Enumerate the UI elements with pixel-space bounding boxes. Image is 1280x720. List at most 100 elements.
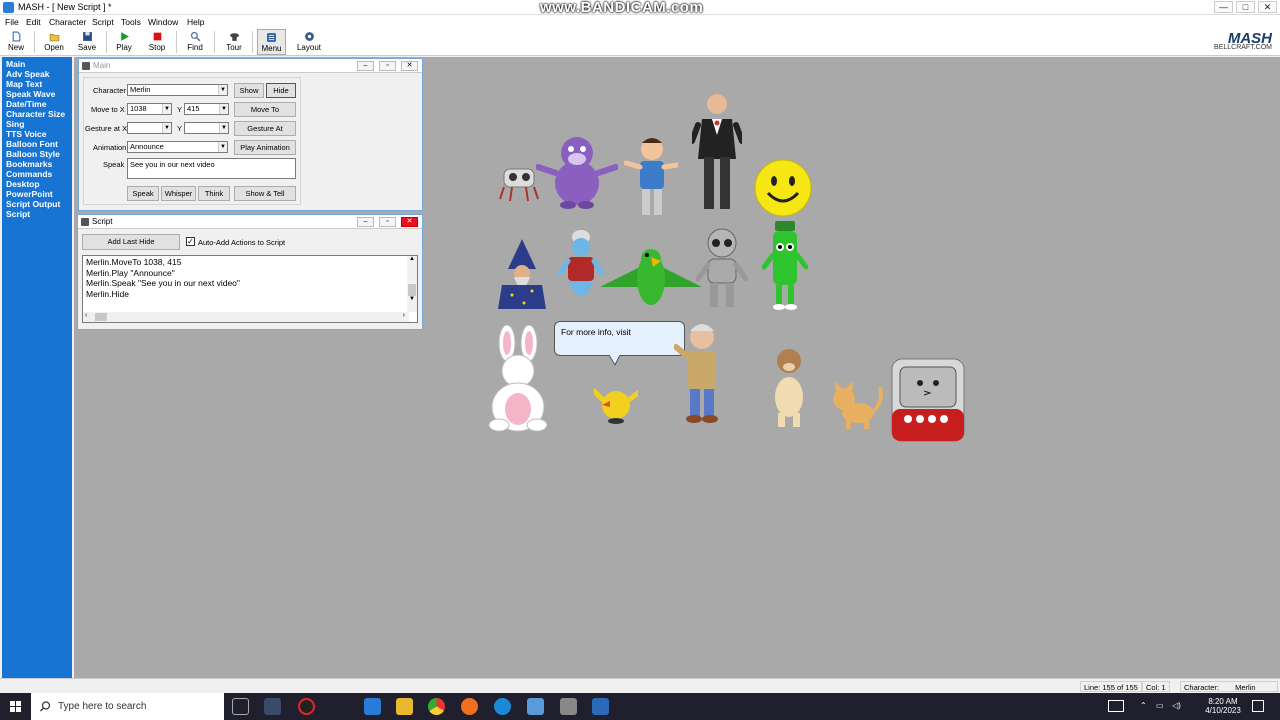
sidebar-item-date-time[interactable]: Date/Time xyxy=(2,99,72,109)
cat-character[interactable] xyxy=(826,381,884,431)
whisper-button[interactable]: Whisper xyxy=(161,186,196,201)
mail-icon[interactable] xyxy=(364,698,381,715)
open-button[interactable]: Open xyxy=(40,29,68,55)
sidebar-item-commands[interactable]: Commands xyxy=(2,169,72,179)
toolbar: New Open Save Play Stop Find Tour Menu L… xyxy=(0,28,1280,56)
mash-taskbar-icon[interactable] xyxy=(264,698,281,715)
think-button[interactable]: Think xyxy=(198,186,230,201)
menu-file[interactable]: File xyxy=(5,17,19,27)
script-window-titlebar[interactable]: Script – ▫ ✕ xyxy=(78,215,422,229)
gesture-at-button[interactable]: Gesture At xyxy=(234,121,296,136)
main-window-titlebar[interactable]: Main – ▫ ✕ xyxy=(79,59,422,73)
bird-character[interactable] xyxy=(594,379,638,427)
play-button[interactable]: Play xyxy=(112,29,136,55)
show-tell-button[interactable]: Show & Tell xyxy=(234,186,296,201)
professor-character[interactable] xyxy=(674,319,730,425)
crayon-character[interactable] xyxy=(762,219,808,311)
app-icon[interactable] xyxy=(527,698,544,715)
sidebar-item-script[interactable]: Script xyxy=(2,209,72,219)
taskbar-search-box[interactable]: Type here to search xyxy=(31,693,224,720)
network-icon[interactable]: ▭ xyxy=(1156,701,1164,710)
superhero-character[interactable] xyxy=(624,135,678,219)
add-last-hide-button[interactable]: Add Last Hide xyxy=(82,234,180,250)
show-button[interactable]: Show xyxy=(234,83,264,98)
menu-tools[interactable]: Tools xyxy=(121,17,141,27)
sidebar-item-balloon-style[interactable]: Balloon Style xyxy=(2,149,72,159)
script-editor[interactable]: Merlin.MoveTo 1038, 415 Merlin.Play "Ann… xyxy=(82,255,418,323)
animation-select[interactable]: Announce ▼ xyxy=(127,141,228,153)
computer-character[interactable] xyxy=(890,357,966,443)
edge-icon[interactable] xyxy=(494,698,511,715)
robot-character[interactable] xyxy=(696,227,748,311)
sidebar-item-speak-wave[interactable]: Speak Wave xyxy=(2,89,72,99)
save-button[interactable]: Save xyxy=(74,29,100,55)
sidebar-item-script-output[interactable]: Script Output xyxy=(2,199,72,209)
chrome-icon[interactable] xyxy=(428,698,445,715)
sidebar-item-main[interactable]: Main xyxy=(2,59,72,69)
sidebar-item-tts-voice[interactable]: TTS Voice xyxy=(2,129,72,139)
close-button[interactable]: ✕ xyxy=(1258,1,1277,13)
tour-button[interactable]: Tour xyxy=(222,29,246,55)
move-x-input[interactable]: 1038 ▼ xyxy=(127,103,172,115)
sidebar-item-character-size[interactable]: Character Size xyxy=(2,109,72,119)
find-button[interactable]: Find xyxy=(183,29,207,55)
scroll-thumb[interactable] xyxy=(408,284,416,296)
keyboard-icon[interactable] xyxy=(1108,700,1124,712)
move-y-input[interactable]: 415 ▼ xyxy=(184,103,229,115)
firefox-icon[interactable] xyxy=(461,698,478,715)
sidebar-item-bookmarks[interactable]: Bookmarks xyxy=(2,159,72,169)
bonzi-gorilla-character[interactable] xyxy=(536,131,618,209)
gesture-y-input[interactable]: ▼ xyxy=(184,122,229,134)
stop-button[interactable]: Stop xyxy=(144,29,170,55)
gesture-x-input[interactable]: ▼ xyxy=(127,122,172,134)
menu-button[interactable]: Menu xyxy=(257,29,286,55)
sidebar-item-balloon-font[interactable]: Balloon Font xyxy=(2,139,72,149)
menu-character[interactable]: Character xyxy=(49,17,86,27)
menu-window[interactable]: Window xyxy=(148,17,178,27)
play-animation-button[interactable]: Play Animation xyxy=(234,140,296,155)
main-close-button[interactable]: ✕ xyxy=(401,61,418,71)
hide-button[interactable]: Hide xyxy=(266,83,296,98)
sidebar-item-powerpoint[interactable]: PowerPoint xyxy=(2,189,72,199)
minimize-button[interactable]: — xyxy=(1214,1,1233,13)
sidebar-item-sing[interactable]: Sing xyxy=(2,119,72,129)
auto-add-checkbox[interactable]: ✓ xyxy=(186,237,195,246)
maximize-button[interactable]: □ xyxy=(1236,1,1255,13)
dog-character[interactable] xyxy=(768,347,810,431)
script-vertical-scrollbar[interactable]: ▲ ▼ xyxy=(407,256,417,312)
app-icon[interactable] xyxy=(592,698,609,715)
speak-textarea[interactable]: See you in our next video xyxy=(127,158,296,179)
sidebar-item-desktop[interactable]: Desktop xyxy=(2,179,72,189)
move-to-button[interactable]: Move To xyxy=(234,102,296,117)
scroll-thumb[interactable] xyxy=(95,313,107,321)
speaker-icon[interactable]: ◁) xyxy=(1172,701,1181,710)
new-button[interactable]: New xyxy=(4,29,28,55)
script-maximize-button[interactable]: ▫ xyxy=(379,217,396,227)
main-maximize-button[interactable]: ▫ xyxy=(379,61,396,71)
main-minimize-button[interactable]: – xyxy=(357,61,374,71)
layout-button[interactable]: Layout xyxy=(294,29,324,55)
peedy-parrot-character[interactable] xyxy=(598,243,704,313)
bunny-character[interactable] xyxy=(479,325,557,433)
script-horizontal-scrollbar[interactable]: ‹ › xyxy=(83,312,409,322)
task-view-icon[interactable] xyxy=(232,698,249,715)
menu-script[interactable]: Script xyxy=(92,17,114,27)
sidebar-item-map-text[interactable]: Map Text xyxy=(2,79,72,89)
bandicam-taskbar-icon[interactable] xyxy=(298,698,315,715)
sidebar-item-adv-speak[interactable]: Adv Speak xyxy=(2,69,72,79)
calculator-icon[interactable] xyxy=(560,698,577,715)
script-minimize-button[interactable]: – xyxy=(357,217,374,227)
character-select[interactable]: Merlin ▼ xyxy=(127,84,228,96)
butler-character[interactable] xyxy=(692,91,742,215)
notification-icon[interactable] xyxy=(1252,700,1264,712)
menu-help[interactable]: Help xyxy=(187,17,204,27)
speak-button[interactable]: Speak xyxy=(127,186,159,201)
smiley-character[interactable] xyxy=(754,159,812,217)
chevron-up-icon[interactable]: ⌃ xyxy=(1140,701,1147,710)
file-explorer-icon[interactable] xyxy=(396,698,413,715)
script-close-button[interactable]: ✕ xyxy=(401,217,418,227)
menu-edit[interactable]: Edit xyxy=(26,17,41,27)
windows-start-icon[interactable] xyxy=(10,701,22,713)
merlin-wizard-character[interactable] xyxy=(494,239,550,311)
clock[interactable]: 8:20 AM 4/10/2023 xyxy=(1204,697,1242,715)
